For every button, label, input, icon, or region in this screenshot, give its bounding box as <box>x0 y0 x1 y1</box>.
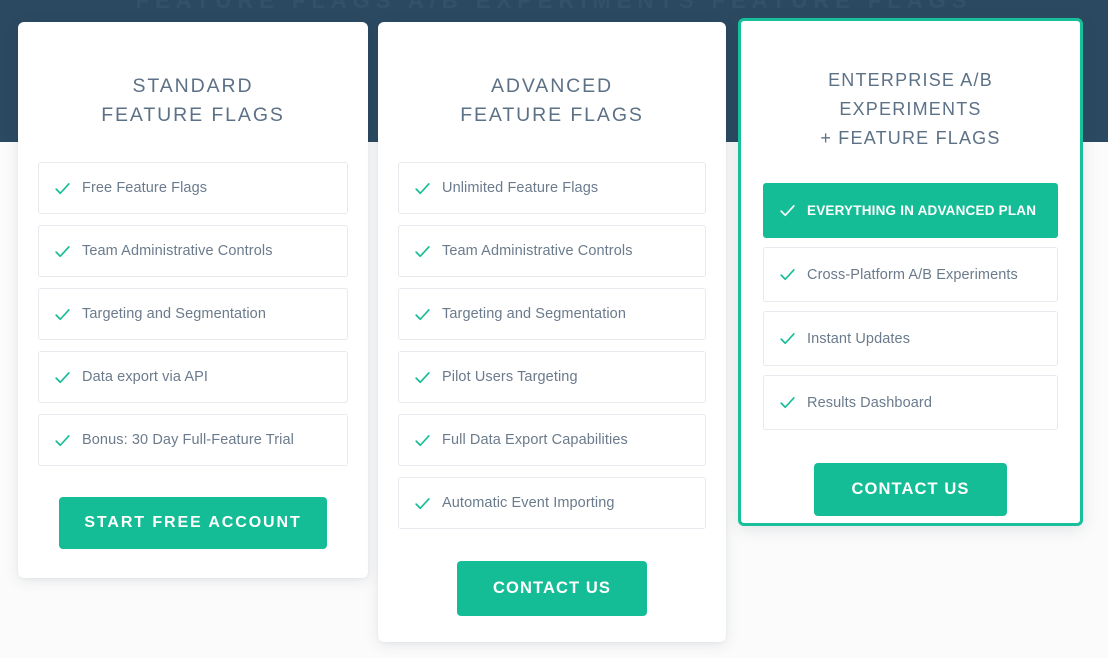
feature-item: Pilot Users Targeting <box>398 351 706 403</box>
feature-item: Automatic Event Importing <box>398 477 706 529</box>
check-icon <box>413 305 432 324</box>
feature-item: Bonus: 30 Day Full-Feature Trial <box>38 414 348 466</box>
cta-container-advanced: CONTACT US <box>378 561 726 616</box>
pricing-card-enterprise: ENTERPRISE A/B EXPERIMENTS + FEATURE FLAG… <box>738 18 1083 526</box>
check-icon <box>778 393 797 412</box>
feature-label: Targeting and Segmentation <box>442 306 626 322</box>
feature-label: Pilot Users Targeting <box>442 369 578 385</box>
feature-label: Bonus: 30 Day Full-Feature Trial <box>82 432 294 448</box>
feature-item: Targeting and Segmentation <box>38 288 348 340</box>
feature-label: Cross-Platform A/B Experiments <box>807 266 1018 283</box>
plan-title-line1: STANDARD <box>132 75 254 97</box>
check-icon <box>413 431 432 450</box>
check-icon <box>53 368 72 387</box>
plan-title-advanced: ADVANCED FEATURE FLAGS <box>378 72 726 130</box>
check-icon <box>53 242 72 261</box>
feature-item: Instant Updates <box>763 311 1058 366</box>
check-icon <box>778 265 797 284</box>
check-icon <box>778 201 797 220</box>
cta-button-enterprise[interactable]: CONTACT US <box>813 463 1008 516</box>
feature-item: Full Data Export Capabilities <box>398 414 706 466</box>
feature-label: Unlimited Feature Flags <box>442 180 599 196</box>
feature-label: Targeting and Segmentation <box>82 306 266 322</box>
cta-container-standard: START FREE ACCOUNT <box>18 497 368 549</box>
check-icon <box>53 179 72 198</box>
feature-label: Team Administrative Controls <box>442 243 633 259</box>
feature-item: Team Administrative Controls <box>38 225 348 277</box>
plan-title-line2: + FEATURE FLAGS <box>820 128 1001 148</box>
feature-list-enterprise: EVERYTHING IN ADVANCED PLAN Cross-Platfor… <box>741 183 1080 430</box>
plan-title-line2: FEATURE FLAGS <box>460 104 644 126</box>
feature-item: Results Dashboard <box>763 375 1058 430</box>
feature-item: Targeting and Segmentation <box>398 288 706 340</box>
check-icon <box>413 179 432 198</box>
feature-label: Free Feature Flags <box>82 180 208 196</box>
feature-item: Cross-Platform A/B Experiments <box>763 247 1058 302</box>
plan-title-line1: ENTERPRISE A/B EXPERIMENTS <box>828 70 993 119</box>
feature-list-standard: Free Feature Flags Team Administrative Co… <box>18 162 368 466</box>
feature-label: Data export via API <box>82 369 209 385</box>
feature-label: EVERYTHING IN ADVANCED PLAN <box>807 203 1037 218</box>
plan-title-line2: FEATURE FLAGS <box>101 104 285 126</box>
check-icon <box>413 494 432 513</box>
feature-label: Results Dashboard <box>807 394 933 411</box>
feature-item: Free Feature Flags <box>38 162 348 214</box>
pricing-card-advanced: ADVANCED FEATURE FLAGS Unlimited Feature F… <box>378 22 726 642</box>
check-icon <box>53 305 72 324</box>
feature-item: Unlimited Feature Flags <box>398 162 706 214</box>
feature-item-highlighted: EVERYTHING IN ADVANCED PLAN <box>763 183 1058 238</box>
plan-title-line1: ADVANCED <box>490 75 614 97</box>
feature-label: Instant Updates <box>807 330 911 347</box>
feature-label: Full Data Export Capabilities <box>442 432 628 448</box>
feature-item: Data export via API <box>38 351 348 403</box>
feature-list-advanced: Unlimited Feature Flags Team Administrati… <box>378 162 726 529</box>
plan-title-standard: STANDARD FEATURE FLAGS <box>18 72 368 130</box>
check-icon <box>778 329 797 348</box>
pricing-cards-container: STANDARD FEATURE FLAGS Free Feature Flags T… <box>0 0 1108 658</box>
pricing-card-standard: STANDARD FEATURE FLAGS Free Feature Flags T… <box>18 22 368 578</box>
feature-label: Automatic Event Importing <box>442 495 615 511</box>
feature-label: Team Administrative Controls <box>82 243 273 259</box>
plan-title-enterprise: ENTERPRISE A/B EXPERIMENTS + FEATURE FLAG… <box>741 66 1080 153</box>
check-icon <box>53 431 72 450</box>
check-icon <box>413 242 432 261</box>
cta-container-enterprise: CONTACT US <box>741 463 1080 516</box>
check-icon <box>413 368 432 387</box>
feature-item: Team Administrative Controls <box>398 225 706 277</box>
cta-button-standard[interactable]: START FREE ACCOUNT <box>59 497 327 549</box>
cta-button-advanced[interactable]: CONTACT US <box>457 561 647 616</box>
